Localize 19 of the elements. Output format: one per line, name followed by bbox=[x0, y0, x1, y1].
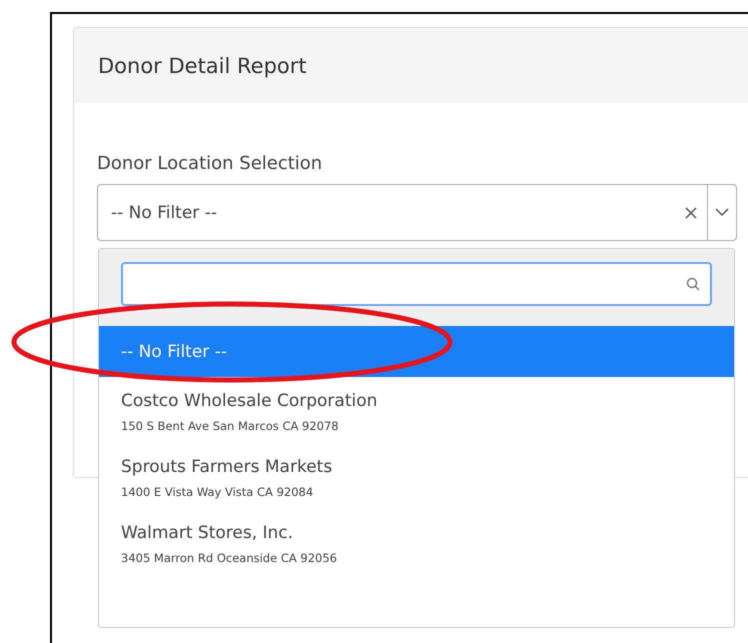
caret-icon[interactable] bbox=[715, 208, 729, 217]
clear-icon[interactable] bbox=[685, 206, 697, 218]
option-name: Costco Wholesale Corporation bbox=[121, 391, 378, 411]
dropdown-option[interactable]: Costco Wholesale Corporation 150 S Bent Ave San Marcos CA 92078 bbox=[99, 377, 734, 443]
location-select[interactable]: -- No Filter -- bbox=[97, 184, 737, 241]
option-address: 3405 Marron Rd Oceanside CA 92056 bbox=[121, 551, 338, 565]
option-name: -- No Filter -- bbox=[121, 342, 228, 362]
option-name: Sprouts Farmers Markets bbox=[121, 457, 334, 477]
option-address: 1400 E Vista Way Vista CA 92084 bbox=[121, 485, 314, 499]
search-icon bbox=[686, 277, 700, 291]
panel-title: Donor Detail Report bbox=[98, 54, 307, 78]
option-name: Walmart Stores, Inc. bbox=[121, 523, 294, 543]
dropdown-option[interactable]: Sprouts Farmers Markets 1400 E Vista Way Vista CA 92084 bbox=[99, 443, 734, 509]
search-field[interactable] bbox=[121, 262, 712, 306]
field-label: Donor Location Selection bbox=[97, 153, 324, 174]
option-address: 150 S Bent Ave San Marcos CA 92078 bbox=[121, 419, 340, 433]
dropdown-option[interactable]: Walmart Stores, Inc. 3405 Marron Rd Oceanside CA 92056 bbox=[99, 509, 734, 575]
select-value: -- No Filter -- bbox=[111, 202, 218, 222]
dropdown-option[interactable]: -- No Filter -- bbox=[99, 326, 734, 377]
